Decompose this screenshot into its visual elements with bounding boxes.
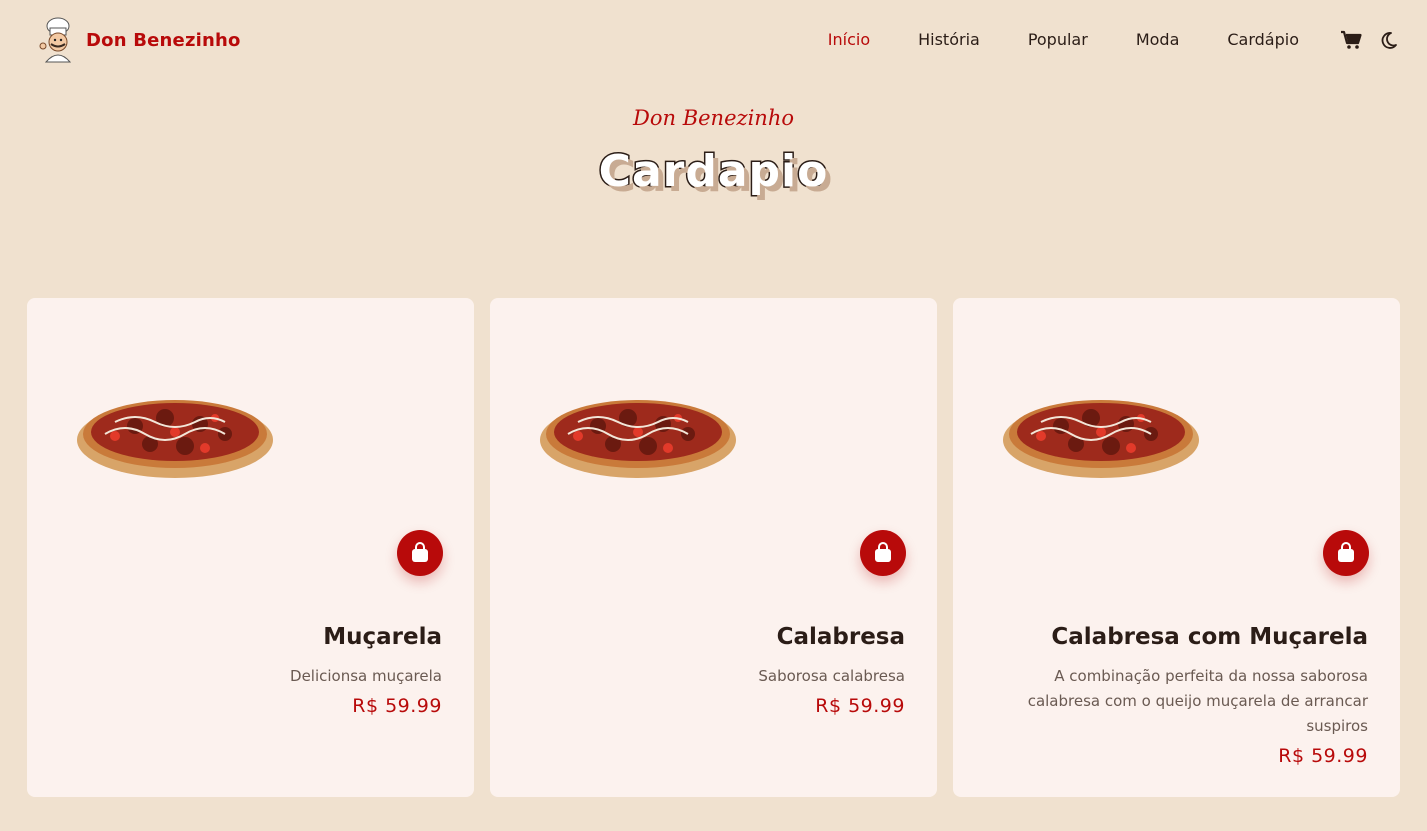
shopping-bag-icon bbox=[875, 542, 891, 562]
site-header: Don Benezinho Início História Popular Mo… bbox=[0, 0, 1427, 84]
shopping-bag-icon bbox=[1338, 542, 1354, 562]
product-card: Calabresa Saborosa calabresa R$ 59.99 bbox=[490, 298, 937, 797]
product-description: Saborosa calabresa bbox=[758, 667, 905, 685]
product-card: Muçarela Delicionsa muçarela R$ 59.99 bbox=[27, 298, 474, 797]
nav-cardapio[interactable]: Cardápio bbox=[1227, 30, 1299, 49]
nav-inicio[interactable]: Início bbox=[828, 30, 870, 49]
chef-logo-icon bbox=[36, 16, 76, 64]
shopping-bag-icon bbox=[412, 542, 428, 562]
product-description: A combinação perfeita da nossa saborosa … bbox=[1027, 667, 1368, 735]
product-price: R$ 59.99 bbox=[1278, 745, 1368, 767]
nav-popular[interactable]: Popular bbox=[1028, 30, 1088, 49]
product-info: Muçarela Delicionsa muçarela R$ 59.99 bbox=[52, 624, 442, 717]
section-title: Cardapio bbox=[597, 145, 829, 199]
brand-name: Don Benezinho bbox=[86, 29, 241, 51]
product-name: Muçarela bbox=[323, 624, 442, 650]
product-info: Calabresa com Muçarela A combinação perf… bbox=[978, 624, 1368, 767]
product-price: R$ 59.99 bbox=[815, 695, 905, 717]
pizza-image bbox=[75, 374, 275, 486]
product-name: Calabresa com Muçarela bbox=[1051, 624, 1368, 650]
product-description: Delicionsa muçarela bbox=[290, 667, 442, 685]
pizza-image bbox=[538, 374, 738, 486]
product-info: Calabresa Saborosa calabresa R$ 59.99 bbox=[515, 624, 905, 717]
product-card: Calabresa com Muçarela A combinação perf… bbox=[953, 298, 1400, 797]
nav-moda[interactable]: Moda bbox=[1136, 30, 1180, 49]
product-price: R$ 59.99 bbox=[352, 695, 442, 717]
cart-icon[interactable] bbox=[1339, 28, 1363, 52]
add-to-bag-button[interactable] bbox=[397, 530, 443, 576]
brand-link[interactable]: Don Benezinho bbox=[36, 16, 241, 64]
nav-historia[interactable]: História bbox=[918, 30, 980, 49]
product-grid: Muçarela Delicionsa muçarela R$ 59.99 Ca… bbox=[27, 298, 1400, 797]
add-to-bag-button[interactable] bbox=[860, 530, 906, 576]
section-subtitle: Don Benezinho bbox=[633, 106, 794, 130]
main-nav: Início História Popular Moda Cardápio bbox=[828, 30, 1299, 49]
product-name: Calabresa bbox=[776, 624, 905, 650]
pizza-image bbox=[1001, 374, 1201, 486]
header-actions bbox=[1339, 28, 1401, 52]
add-to-bag-button[interactable] bbox=[1323, 530, 1369, 576]
moon-icon[interactable] bbox=[1377, 28, 1401, 52]
